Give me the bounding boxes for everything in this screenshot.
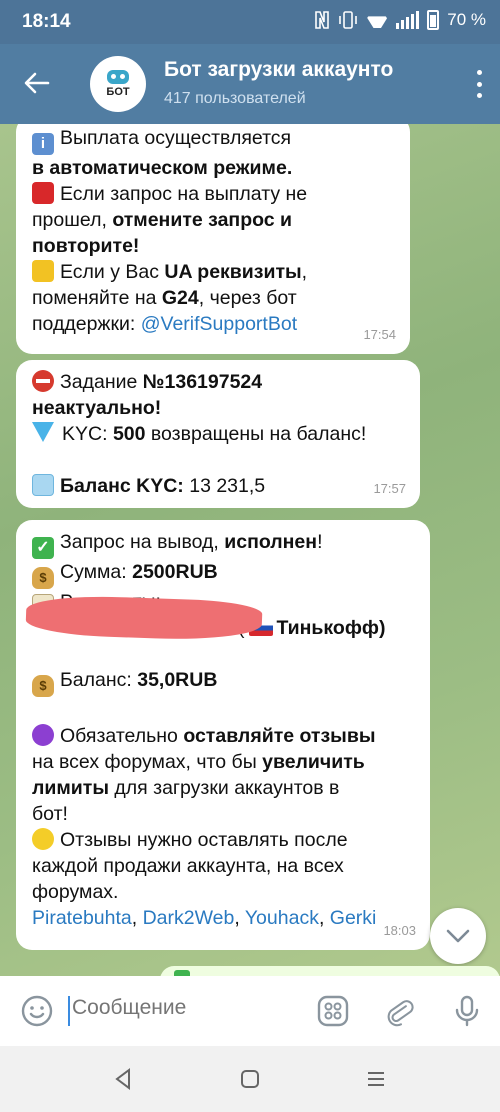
message-line: $ Сумма: 2500RUB: [32, 559, 416, 589]
avatar-label: БОТ: [106, 86, 130, 98]
yellow-circle-icon: [32, 828, 54, 850]
system-nav-bar: [0, 1046, 500, 1112]
message-line: прошел, отмените запрос и: [32, 209, 293, 231]
message-line: поддержки: @VerifSupportBot: [32, 313, 298, 335]
message-line: Если у Вас UA реквизиты,: [32, 259, 396, 285]
message-line: повторите!: [32, 235, 140, 257]
support-bot-link[interactable]: @VerifSupportBot: [141, 313, 297, 335]
message-line: бот!: [32, 803, 68, 825]
nfc-icon: [315, 11, 330, 29]
next-message-peek: [160, 966, 500, 976]
message-line: лимиты для загрузки аккаунтов в: [32, 777, 340, 799]
microphone-icon[interactable]: [450, 994, 484, 1028]
message-line: Piratebuhta, Dark2Web, Youhack, Gerki: [32, 907, 377, 929]
avatar[interactable]: БОТ: [90, 56, 146, 112]
gem-icon: [32, 422, 54, 442]
money-bag-icon: $: [32, 567, 54, 589]
text-caret: [68, 996, 70, 1026]
no-entry-icon: [32, 370, 54, 392]
red-square-icon: [32, 182, 54, 204]
chevron-down-icon: [446, 929, 470, 943]
message-line: $ Баланс: 35,0RUB: [32, 667, 416, 697]
forum-link-dark2web[interactable]: Dark2Web: [143, 907, 235, 929]
status-bar: 18:14 70 %: [0, 0, 500, 44]
message-input-bar: [0, 976, 500, 1046]
message-input[interactable]: [72, 996, 292, 1020]
message-line: в автоматическом режиме.: [32, 157, 293, 179]
message-line: Задание №136197524: [32, 369, 406, 395]
wifi-icon: [366, 12, 388, 28]
message-line: на всех форумах, что бы увеличить: [32, 751, 365, 773]
message-bubble[interactable]: i Выплата осуществляется в автоматическом…: [16, 124, 410, 354]
status-icons: 70 %: [314, 10, 486, 30]
robot-icon: [107, 70, 129, 84]
emoji-icon[interactable]: [20, 994, 54, 1028]
chat-area[interactable]: i Выплата осуществляется в автоматическом…: [0, 124, 500, 976]
chat-subtitle: 417 пользователей: [164, 90, 306, 107]
forum-link-youhack[interactable]: Youhack: [245, 907, 319, 929]
scroll-down-button[interactable]: [430, 908, 486, 964]
commands-grid-icon[interactable]: [316, 994, 350, 1028]
message-line: Если запрос на выплату не: [32, 181, 396, 207]
back-arrow-icon[interactable]: [22, 68, 52, 98]
nav-home-icon[interactable]: [237, 1066, 263, 1092]
message-time: 17:57: [373, 481, 406, 496]
menu-dots-icon[interactable]: [476, 70, 482, 98]
message-line: Обязательно оставляйте отзывы: [32, 723, 416, 749]
message-line: i Выплата осуществляется: [32, 125, 396, 155]
message-line: KYC: 500 возвращены на баланс!: [32, 421, 406, 447]
chat-title[interactable]: Бот загрузки аккаунто: [164, 58, 436, 82]
nav-back-icon[interactable]: [110, 1066, 136, 1092]
message-line: поменяйте на G24, через бот: [32, 287, 297, 309]
message-line: неактуально!: [32, 397, 162, 419]
message-bubble[interactable]: Задание №136197524 неактуально! KYC: 500…: [16, 360, 420, 508]
battery-level: 70 %: [447, 10, 486, 29]
battery-icon: [427, 10, 440, 30]
message-line: Баланс KYC: 13 231,5: [32, 473, 406, 499]
check-mark-icon: ✓: [32, 537, 54, 559]
signal-icon: [396, 11, 420, 29]
nav-recents-icon[interactable]: [363, 1066, 389, 1092]
yellow-square-icon: [32, 260, 54, 282]
attach-icon[interactable]: [382, 994, 416, 1028]
message-line: форумах.: [32, 881, 119, 903]
message-time: 17:54: [363, 327, 396, 342]
money-bag-icon: $: [32, 675, 54, 697]
message-bubble[interactable]: ✓ Запрос на вывод, исполнен! $ Сумма: 2500…: [16, 520, 430, 950]
message-line: каждой продажи аккаунта, на всех: [32, 855, 344, 877]
message-line: Отзывы нужно оставлять после: [32, 827, 416, 853]
status-time: 18:14: [22, 11, 71, 32]
vibrate-icon: [339, 11, 358, 29]
purple-circle-icon: [32, 724, 54, 746]
message-line: ✓ Запрос на вывод, исполнен!: [32, 529, 416, 559]
message-time: 18:03: [383, 923, 416, 938]
ice-cube-icon: [32, 474, 54, 496]
forum-link-gerki[interactable]: Gerki: [330, 907, 377, 929]
chat-header: БОТ Бот загрузки аккаунто 417 пользовате…: [0, 44, 500, 124]
forum-link-piratebuhta[interactable]: Piratebuhta: [32, 907, 132, 929]
info-icon: i: [32, 133, 54, 155]
